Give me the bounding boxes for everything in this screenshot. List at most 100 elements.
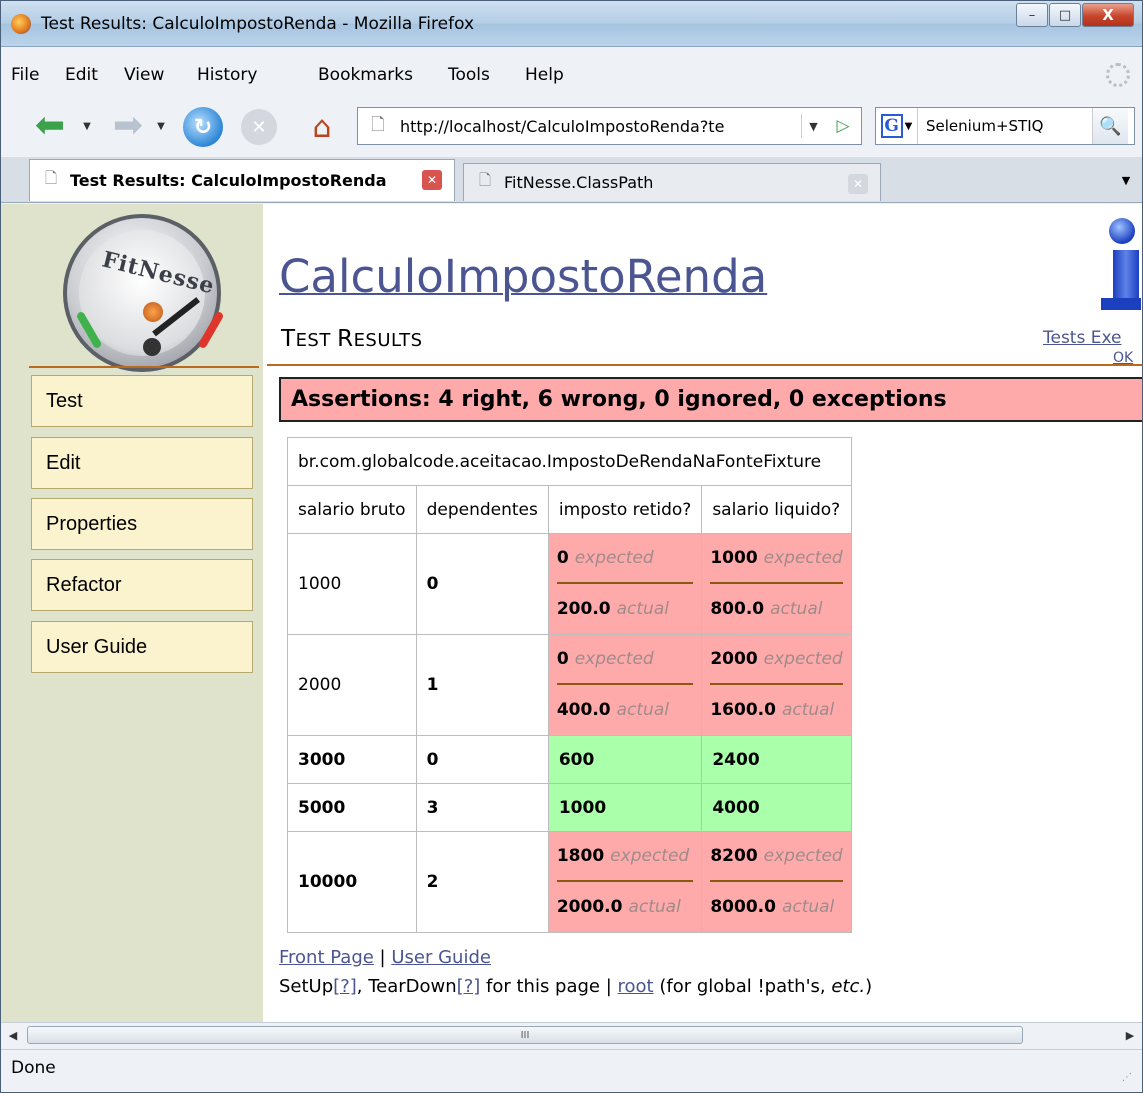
assertions-summary: Assertions: 4 right, 6 wrong, 0 ignored,… [279,377,1142,422]
gauge-red-mark [197,310,225,350]
fitnesse-logo[interactable]: FitNesse [63,214,225,372]
menu-tools[interactable]: Tools [448,65,490,85]
actual-number: 800.0 [710,599,765,619]
tab-page-icon: 🗋 [478,171,492,189]
page-content: FitNesse Test Edit Properties Refactor U… [1,204,1142,1022]
sidebar-item-edit[interactable]: Edit [31,437,253,489]
search-input[interactable]: Selenium+STIQ [926,117,1092,135]
browser-window: Test Results: CalculoImpostoRenda - Mozi… [0,0,1143,1093]
front-page-link[interactable]: Front Page [279,947,374,968]
expected-value: 2000 expected [710,635,843,685]
forward-arrow-icon[interactable]: ➡ [105,108,151,144]
horizontal-scrollbar[interactable]: ◀ III ▶ [1,1022,1142,1046]
tab-classpath[interactable]: 🗋 FitNesse.ClassPath ✕ [463,163,881,201]
dependentes-cell: 0 [415,533,549,635]
expected-label: expected [574,548,654,568]
footer-setup-line: SetUp[?], TearDown[?] for this page | ro… [279,976,872,997]
user-guide-link[interactable]: User Guide [391,947,491,968]
tests-executed-link[interactable]: Tests Exe [1043,328,1121,348]
back-history-dropdown-icon[interactable]: ▼ [79,117,95,135]
maximize-button[interactable]: □ [1049,3,1081,27]
page-title[interactable]: CalculoImpostoRenda [279,250,767,303]
table-row: 5000 3 1000 4000 [287,783,852,832]
actual-value: 1600.0 actual [710,685,842,735]
teardown-help-link[interactable]: [?] [457,976,481,997]
expected-label: expected [574,649,654,669]
resize-grip-icon[interactable]: ⋰ [1122,1072,1138,1088]
actual-value: 2000.0 actual [557,882,693,932]
global-paths-text: (for global !path's, [653,976,832,997]
header-divider [267,364,1142,366]
tab-test-results[interactable]: 🗋 Test Results: CalculoImpostoRenda ✕ [29,159,455,201]
scroll-left-arrow-icon[interactable]: ◀ [5,1027,21,1043]
scroll-right-arrow-icon[interactable]: ▶ [1122,1027,1138,1043]
expected-number: 8200 [710,846,758,866]
global-paths-close: ) [865,976,873,997]
url-history-dropdown-icon[interactable]: ▼ [801,114,825,138]
tab-label: FitNesse.ClassPath [504,173,654,192]
tab-close-icon[interactable]: ✕ [848,174,868,194]
actual-label: actual [616,700,669,720]
menu-view[interactable]: View [124,65,164,85]
url-bar[interactable]: 🗋 http://localhost/CalculoImpostoRenda?t… [357,107,862,145]
forward-history-dropdown-icon[interactable]: ▼ [153,117,169,135]
home-icon[interactable]: ⌂ [301,107,343,147]
back-arrow-icon[interactable]: ⬅ [27,108,73,144]
salario-cell: 2000 [287,634,417,736]
scroll-thumb[interactable]: III [27,1026,1023,1044]
title-bar: Test Results: CalculoImpostoRenda - Mozi… [1,1,1142,47]
search-magnifier-icon[interactable]: 🔍 [1092,108,1128,144]
sidebar-item-test[interactable]: Test [31,375,253,427]
menu-bar: File Edit View History Bookmarks Tools H… [1,57,1142,93]
sidebar-item-refactor[interactable]: Refactor [31,559,253,611]
setup-help-link[interactable]: [?] [333,976,357,997]
logo-badge-icon [143,338,161,356]
imposto-fail-cell: 0 expected 200.0 actual [547,533,703,635]
menu-file[interactable]: File [11,65,39,85]
search-engine-selector[interactable]: G ▼ [876,108,918,144]
liquido-fail-cell: 1000 expected 800.0 actual [701,533,852,635]
expected-number: 2000 [710,649,758,669]
subtitle-part: R [337,326,354,352]
tab-close-icon[interactable]: ✕ [422,170,442,190]
imposto-pass-cell: 1000 [547,783,703,832]
salario-cell: 3000 [287,735,417,784]
actual-value: 800.0 actual [710,584,842,634]
reload-icon[interactable]: ↻ [183,107,223,147]
window-controls: – □ X [1015,3,1134,31]
gauge-hub [143,302,163,322]
liquido-pass-cell: 2400 [701,735,852,784]
search-bar[interactable]: G ▼ Selenium+STIQ 🔍 [875,107,1135,145]
sidebar-item-user-guide[interactable]: User Guide [31,621,253,673]
subtitle-part: ESULTS [353,330,423,351]
stop-icon[interactable]: ✕ [241,109,277,145]
table-row: 3000 0 600 2400 [287,735,852,784]
liquido-pass-cell: 4000 [701,783,852,832]
url-text[interactable]: http://localhost/CalculoImpostoRenda?te [400,117,780,136]
actual-number: 2000.0 [556,897,623,917]
close-button[interactable]: X [1082,3,1134,27]
list-all-tabs-icon[interactable]: ▼ [1114,167,1138,193]
dependentes-cell: 0 [415,735,549,784]
minimize-button[interactable]: – [1016,3,1048,27]
fixture-table: br.com.globalcode.aceitacao.ImpostoDeRen… [287,437,852,933]
sidebar: FitNesse Test Edit Properties Refactor U… [1,204,263,1022]
menu-help[interactable]: Help [525,65,564,85]
go-arrow-icon[interactable]: ▷ [831,114,855,138]
menu-bookmarks[interactable]: Bookmarks [318,65,413,85]
subtitle-part: T [281,326,296,352]
imposto-fail-cell: 0 expected 400.0 actual [547,634,703,736]
teardown-text: , TearDown [356,976,457,997]
root-link[interactable]: root [618,976,654,997]
sidebar-item-properties[interactable]: Properties [31,498,253,550]
gauge-green-mark [75,310,103,350]
footer-links: Front Page | User Guide [279,947,491,968]
search-engine-dropdown-icon: ▼ [904,120,913,132]
menu-edit[interactable]: Edit [65,65,98,85]
actual-value: 400.0 actual [557,685,693,735]
dependentes-cell: 3 [415,783,549,832]
separator: | [373,947,392,968]
menu-history[interactable]: History [197,65,257,85]
actual-number: 400.0 [556,700,611,720]
expected-value: 0 expected [556,534,694,584]
